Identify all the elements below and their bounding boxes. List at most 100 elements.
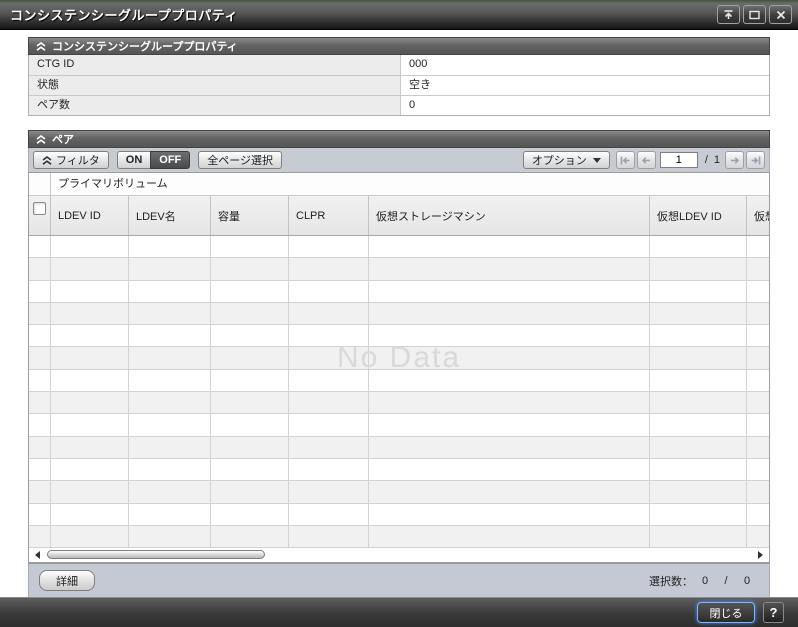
table-cell — [369, 369, 650, 393]
options-button[interactable]: オプション — [522, 151, 610, 169]
table-cell — [650, 458, 747, 482]
row-checkbox-cell — [29, 503, 51, 526]
row-checkbox-cell — [29, 302, 51, 326]
table-cell — [211, 503, 289, 526]
select-all-checkbox[interactable] — [33, 202, 46, 215]
selected-count-total: 0 — [743, 574, 751, 587]
row-checkbox-cell — [29, 369, 51, 393]
table-cell — [289, 392, 369, 415]
options-button-label: オプション — [531, 155, 587, 167]
table-cell — [747, 437, 769, 459]
table-cell — [650, 525, 747, 549]
scroll-left-icon[interactable] — [35, 551, 40, 560]
row-checkbox-cell — [29, 414, 51, 437]
table-cell — [650, 325, 747, 348]
column-header-3[interactable]: 容量 — [211, 196, 289, 235]
table-cell — [211, 347, 289, 370]
table-cell — [369, 392, 650, 415]
table-cell — [129, 458, 211, 482]
table-cell — [650, 481, 747, 504]
scrollbar-thumb[interactable] — [47, 550, 265, 560]
table-cell — [211, 258, 289, 281]
table-cell — [211, 302, 289, 326]
table-cell — [129, 414, 211, 437]
last-page-button[interactable] — [746, 151, 765, 169]
table-cell — [747, 281, 769, 303]
detail-button[interactable]: 詳細 — [39, 570, 95, 592]
select-all-pages-button[interactable]: 全ページ選択 — [198, 151, 283, 169]
table-cell — [747, 325, 769, 348]
double-chevron-up-icon — [42, 155, 52, 165]
table-cell — [650, 503, 747, 526]
column-header-1[interactable]: LDEV ID — [51, 196, 129, 235]
filter-on-button[interactable]: ON — [116, 151, 152, 169]
close-icon — [775, 9, 787, 21]
prev-page-button[interactable] — [636, 151, 656, 169]
help-button[interactable]: ? — [763, 602, 784, 623]
properties-table: CTG ID 000 状態 空き ペア数 0 — [28, 55, 770, 116]
filter-button[interactable]: フィルタ — [33, 151, 109, 169]
selected-count-separator: / — [724, 574, 728, 587]
close-button[interactable]: 閉じる — [697, 602, 755, 623]
table-cell — [211, 236, 289, 259]
table-body — [29, 236, 769, 549]
table-cell — [650, 392, 747, 415]
property-value-status: 空き — [401, 76, 769, 95]
group-header-label: プライマリボリューム — [58, 178, 168, 190]
collapse-icon — [36, 41, 46, 51]
table-row — [29, 414, 769, 437]
column-header-6[interactable]: 仮想LDEV ID — [650, 196, 747, 235]
table-cell — [289, 503, 369, 526]
table-cell — [369, 525, 650, 549]
table-row — [29, 258, 769, 281]
table-cell — [289, 458, 369, 482]
table-cell — [51, 436, 129, 459]
page-separator: / — [704, 154, 708, 166]
property-label-pair-count: ペア数 — [29, 96, 401, 115]
column-header-4[interactable]: CLPR — [289, 196, 369, 235]
table-cell — [51, 258, 129, 281]
table-cell — [211, 481, 289, 504]
rollup-button[interactable] — [717, 5, 740, 24]
table-row — [29, 392, 769, 415]
table-cell — [51, 481, 129, 504]
table-cell — [211, 392, 289, 415]
table-cell — [289, 236, 369, 259]
table-row — [29, 280, 769, 303]
table-cell — [747, 526, 769, 549]
scroll-right-icon[interactable] — [758, 551, 763, 560]
pair-section-header[interactable]: ペア — [28, 130, 770, 148]
table-cell — [650, 414, 747, 437]
table-cell — [289, 525, 369, 549]
table-cell — [747, 459, 769, 482]
first-page-button[interactable] — [615, 151, 635, 169]
selected-count-label: 選択数： — [649, 575, 693, 588]
collapse-icon — [36, 134, 46, 144]
next-page-button[interactable] — [725, 151, 744, 169]
table-cell — [289, 436, 369, 459]
table-cell — [747, 481, 769, 504]
prev-page-icon — [640, 155, 652, 166]
properties-section: コンシステンシーグループプロパティ CTG ID 000 状態 空き ペア数 0 — [28, 37, 770, 116]
table-cell — [289, 280, 369, 303]
property-label-ctg-id: CTG ID — [29, 55, 401, 75]
table-cell — [129, 503, 211, 526]
table-cell — [211, 369, 289, 393]
table-row — [29, 347, 769, 370]
table-cell — [129, 347, 211, 370]
table-cell — [51, 414, 129, 437]
close-window-button[interactable] — [769, 5, 792, 24]
column-header-2[interactable]: LDEV名 — [129, 196, 211, 235]
row-checkbox-cell — [29, 436, 51, 459]
table-cell — [650, 258, 747, 281]
maximize-button[interactable] — [743, 5, 766, 24]
column-header-5[interactable]: 仮想ストレージマシン — [369, 196, 650, 235]
pair-section: ペア フィルタ ON OFF 全ページ選択 オプション 1 / 1 プライマリボ… — [28, 130, 770, 599]
table-cell — [289, 414, 369, 437]
page-number-input[interactable] — [659, 152, 698, 168]
column-header-7[interactable]: 仮想デバイス名 — [747, 196, 769, 235]
pair-footer: 詳細 選択数： 0 / 0 — [28, 563, 770, 599]
filter-off-button[interactable]: OFF — [150, 151, 191, 169]
properties-section-header[interactable]: コンシステンシーグループプロパティ — [28, 37, 770, 55]
property-value-ctg-id: 000 — [401, 55, 769, 75]
